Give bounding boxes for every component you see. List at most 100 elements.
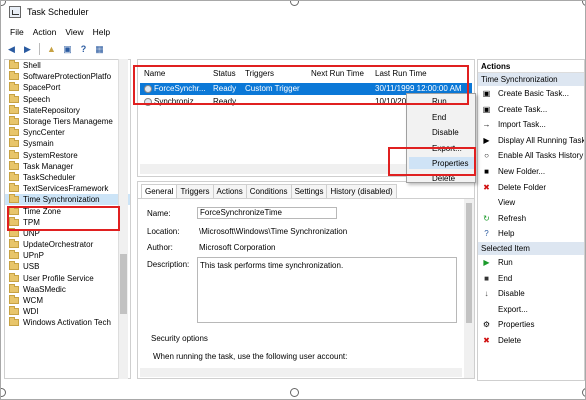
tab-settings[interactable]: Settings: [290, 184, 328, 198]
export-icon: [482, 306, 491, 314]
tree-item[interactable]: Storage Tiers Manageme: [5, 116, 130, 127]
action-item[interactable]: ↻ Refresh: [478, 211, 584, 227]
action-item[interactable]: ▣ Create Basic Task...: [478, 86, 584, 102]
tab-conditions[interactable]: Conditions: [245, 184, 292, 198]
action-item-label: Help: [498, 229, 515, 239]
tree-item-label: SystemRestore: [23, 150, 78, 160]
tree-item[interactable]: Shell: [5, 60, 130, 71]
tree-item-label: Speech: [23, 94, 51, 104]
folder-icon: [9, 160, 19, 170]
tree-item-label: SpacePort: [23, 83, 61, 93]
action-item-label: View: [498, 198, 516, 208]
location-value: \Microsoft\Windows\Time Synchronization: [199, 227, 348, 236]
tree-item[interactable]: Task Manager: [5, 160, 130, 172]
name-field[interactable]: ForceSynchronizeTime: [197, 207, 337, 219]
tree-item[interactable]: WaaSMedic: [5, 283, 130, 295]
action-item-label: Enable All Tasks History: [498, 151, 584, 161]
actions-section-folder[interactable]: Time Synchronization: [478, 73, 584, 86]
history-icon: ○: [484, 151, 489, 161]
tree-item[interactable]: Windows Activation Tech: [5, 317, 130, 328]
action-item[interactable]: ? Help: [478, 226, 584, 242]
frame-handle[interactable]: [1, 388, 6, 397]
action-item[interactable]: ▶ Run: [478, 255, 584, 271]
folder-icon: [9, 250, 19, 260]
tree-item-label: WCM: [23, 296, 43, 306]
tree-item[interactable]: Sysmain: [5, 138, 130, 149]
action-item[interactable]: ▣ Create Task...: [478, 102, 584, 118]
tab-triggers[interactable]: Triggers: [176, 184, 214, 198]
folder-icon: [9, 272, 19, 282]
tab-actions[interactable]: Actions: [212, 184, 247, 198]
console-icon[interactable]: ▦: [93, 43, 106, 56]
context-menu-disable[interactable]: Disable: [432, 127, 459, 138]
forward-icon[interactable]: ▶: [21, 43, 34, 56]
action-item[interactable]: ✖ Delete Folder: [478, 180, 584, 196]
description-field[interactable]: This task performs time synchronization.: [197, 257, 457, 323]
back-icon[interactable]: ◀: [5, 43, 18, 56]
details-scrollbar[interactable]: [464, 199, 474, 378]
action-item-label: Display All Running Tasks: [498, 135, 585, 145]
import-icon: →: [482, 120, 491, 130]
actions-section-selected[interactable]: Selected Item: [478, 241, 584, 255]
task-scheduler-app-icon: [9, 6, 21, 18]
create-task-icon: ▣: [482, 104, 491, 114]
actions-pane: Actions Time Synchronization ▣ Create Bas…: [477, 59, 585, 381]
tree-item[interactable]: SystemRestore: [5, 149, 130, 161]
tree-item[interactable]: TextServicesFramework: [5, 183, 130, 194]
delete-icon: ✖: [483, 182, 490, 192]
menu-file[interactable]: File: [10, 25, 24, 39]
tree-item-label: Storage Tiers Manageme: [23, 117, 113, 127]
tree-item[interactable]: SoftwareProtectionPlatfo: [5, 71, 130, 82]
menu-action[interactable]: Action: [33, 25, 57, 39]
show-hide-tree-icon[interactable]: ▣: [61, 43, 74, 56]
tree-item[interactable]: Speech: [5, 93, 130, 105]
tree-item[interactable]: UpdateOrchestrator: [5, 239, 130, 250]
tree-item[interactable]: UPnP: [5, 250, 130, 261]
action-item[interactable]: ⚙ Properties: [478, 317, 584, 333]
action-item-label: New Folder...: [498, 166, 546, 176]
tab-history[interactable]: History (disabled): [326, 184, 397, 198]
action-item-label: Create Task...: [498, 104, 548, 114]
properties-icon: ⚙: [482, 320, 491, 330]
tree-scroll-thumb[interactable]: [120, 254, 127, 314]
help-icon[interactable]: ?: [77, 43, 90, 56]
action-item[interactable]: ■ New Folder...: [478, 164, 584, 180]
tree-item[interactable]: SpacePort: [5, 82, 130, 93]
frame-handle[interactable]: [582, 388, 585, 397]
view-icon: [482, 199, 491, 207]
tree-item-label: TaskScheduler: [23, 172, 76, 182]
details-hscrollbar[interactable]: [140, 368, 462, 377]
tree-item[interactable]: TaskScheduler: [5, 171, 130, 183]
frame-handle[interactable]: [290, 388, 299, 397]
tree-item[interactable]: SyncCenter: [5, 127, 130, 138]
tab-general[interactable]: General: [141, 184, 178, 198]
tree-item[interactable]: WCM: [5, 295, 130, 306]
action-item[interactable]: Export...: [478, 302, 584, 318]
context-menu-end[interactable]: End: [432, 112, 446, 123]
menu-view[interactable]: View: [65, 25, 83, 39]
action-item-label: Refresh: [498, 213, 527, 223]
highlight-task-list-header: [133, 65, 469, 105]
folder-up-icon[interactable]: ▲: [45, 43, 58, 56]
tree-item-label: UpdateOrchestrator: [23, 240, 94, 250]
details-scroll-thumb[interactable]: [466, 203, 472, 323]
tree-item[interactable]: StateRepository: [5, 104, 130, 116]
action-item-label: Run: [498, 257, 513, 267]
name-value: ForceSynchronizeTime: [200, 208, 282, 217]
action-item[interactable]: ↓ Disable: [478, 286, 584, 302]
action-item[interactable]: ✖ Delete: [478, 333, 584, 349]
tree-item[interactable]: Time Synchronization: [5, 194, 130, 206]
action-item[interactable]: ○ Enable All Tasks History: [478, 148, 584, 164]
author-label: Author:: [147, 243, 173, 252]
action-item[interactable]: → Import Task...: [478, 117, 584, 133]
menu-help[interactable]: Help: [93, 25, 110, 39]
action-item[interactable]: ▶ Display All Running Tasks: [478, 133, 584, 149]
running-tasks-icon: ▶: [483, 135, 490, 145]
tree-item[interactable]: WDI: [5, 306, 130, 317]
task-details-panel: General Triggers Actions Conditions Sett…: [137, 181, 475, 379]
action-item[interactable]: ■ End: [478, 271, 584, 287]
tree-item[interactable]: User Profile Service: [5, 272, 130, 284]
tree-item[interactable]: USB: [5, 261, 130, 272]
tree-item-label: Windows Activation Tech: [23, 318, 111, 328]
action-item[interactable]: View: [478, 195, 584, 211]
